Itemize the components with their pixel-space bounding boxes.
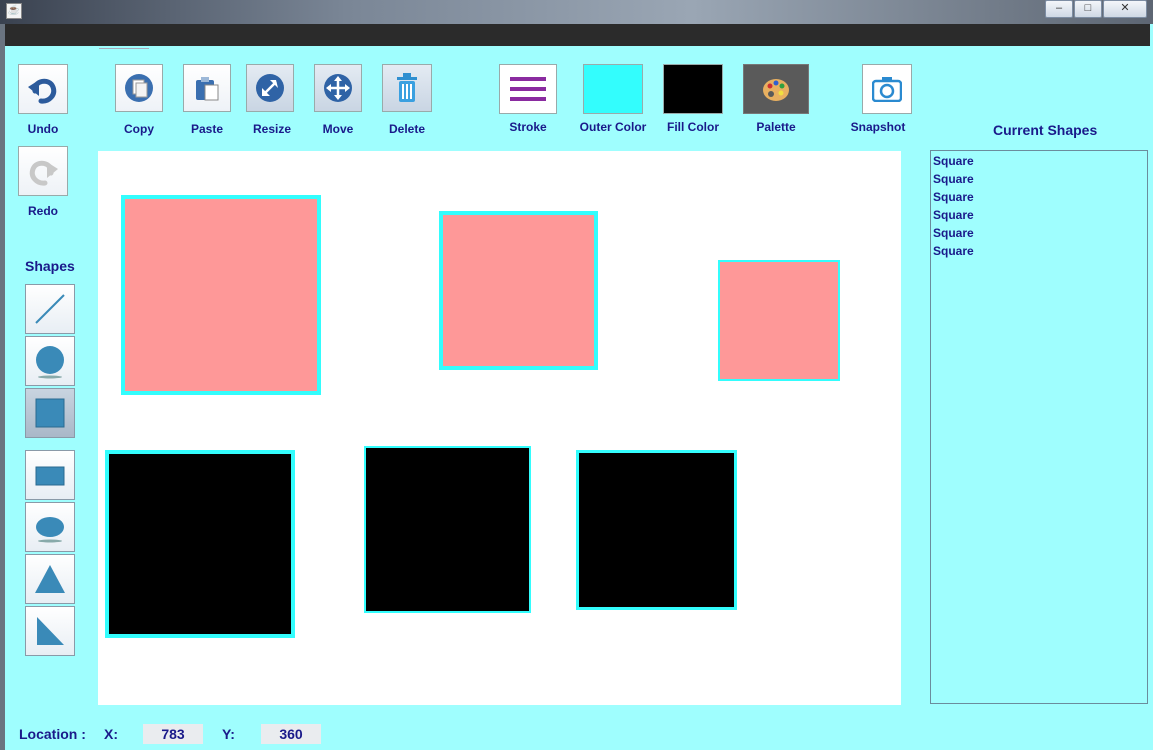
undo-label: Undo — [27, 122, 59, 136]
y-value: 360 — [261, 724, 321, 744]
resize-button[interactable] — [246, 64, 294, 112]
paste-icon — [196, 77, 219, 101]
java-app-icon: ☕ — [6, 3, 22, 19]
snapshot-button[interactable] — [862, 64, 912, 114]
resize-icon — [256, 74, 284, 102]
triangle-tool-button[interactable] — [25, 554, 75, 604]
undo-button[interactable] — [18, 64, 68, 114]
canvas-square-4[interactable] — [105, 450, 295, 638]
delete-button[interactable] — [382, 64, 432, 112]
redo-button[interactable] — [18, 146, 68, 196]
copy-icon — [125, 74, 153, 102]
list-item[interactable]: Square — [933, 226, 1145, 244]
canvas-square-3[interactable] — [718, 260, 840, 381]
fill-color-swatch[interactable] — [663, 64, 723, 114]
list-item[interactable]: Square — [933, 154, 1145, 172]
circle-tool-button[interactable] — [25, 336, 75, 386]
canvas-square-6[interactable] — [576, 450, 737, 610]
circle-icon — [36, 346, 64, 379]
redo-icon — [29, 160, 58, 186]
menu-bar — [5, 24, 1150, 46]
current-shapes-list[interactable]: Square Square Square Square Square Square — [930, 150, 1148, 704]
trash-icon — [397, 73, 417, 102]
location-label: Location : — [19, 726, 86, 742]
stroke-button[interactable] — [499, 64, 557, 114]
shapes-title: Shapes — [25, 258, 75, 274]
camera-icon — [872, 77, 902, 102]
ellipse-icon — [36, 517, 64, 543]
rectangle-tool-button[interactable] — [25, 450, 75, 500]
close-button[interactable]: ✕ — [1103, 0, 1147, 18]
right-triangle-icon — [37, 617, 64, 645]
delete-label: Delete — [388, 122, 426, 136]
stroke-icon — [510, 77, 546, 101]
move-button[interactable] — [314, 64, 362, 112]
line-tool-button[interactable] — [25, 284, 75, 334]
square-icon — [35, 398, 65, 428]
copy-button[interactable] — [115, 64, 163, 112]
desktop-background: ☕ – □ ✕ — [0, 0, 1153, 24]
redo-label: Redo — [28, 204, 58, 218]
canvas-square-5[interactable] — [364, 446, 531, 613]
canvas-square-2[interactable] — [439, 211, 598, 370]
window-controls: – □ ✕ — [1045, 0, 1147, 18]
palette-label: Palette — [756, 120, 796, 134]
palette-button[interactable] — [743, 64, 809, 114]
rectangle-icon — [35, 466, 65, 486]
move-icon — [324, 74, 352, 102]
list-item[interactable]: Square — [933, 172, 1145, 190]
stroke-label: Stroke — [509, 120, 547, 134]
square-tool-button[interactable] — [25, 388, 75, 438]
palette-icon — [763, 79, 789, 101]
triangle-icon — [35, 565, 65, 593]
y-label: Y: — [222, 726, 235, 742]
line-icon — [35, 294, 65, 324]
list-item[interactable]: Square — [933, 190, 1145, 208]
x-label: X: — [104, 726, 118, 742]
x-value: 783 — [143, 724, 203, 744]
snapshot-label: Snapshot — [850, 120, 906, 134]
drawing-canvas[interactable] — [98, 151, 901, 705]
paste-button[interactable] — [183, 64, 231, 112]
canvas-square-1[interactable] — [121, 195, 321, 395]
current-shapes-title: Current Shapes — [993, 122, 1098, 138]
minimize-button[interactable]: – — [1045, 0, 1073, 18]
app-window: Undo Redo Copy Paste Resize Move Delete … — [5, 24, 1153, 750]
undo-icon — [28, 78, 57, 104]
ellipse-tool-button[interactable] — [25, 502, 75, 552]
divider — [99, 48, 149, 49]
fill-color-label: Fill Color — [667, 120, 719, 134]
list-item[interactable]: Square — [933, 208, 1145, 226]
list-item[interactable]: Square — [933, 244, 1145, 262]
maximize-button[interactable]: □ — [1074, 0, 1102, 18]
outer-color-swatch[interactable] — [583, 64, 643, 114]
right-triangle-tool-button[interactable] — [25, 606, 75, 656]
